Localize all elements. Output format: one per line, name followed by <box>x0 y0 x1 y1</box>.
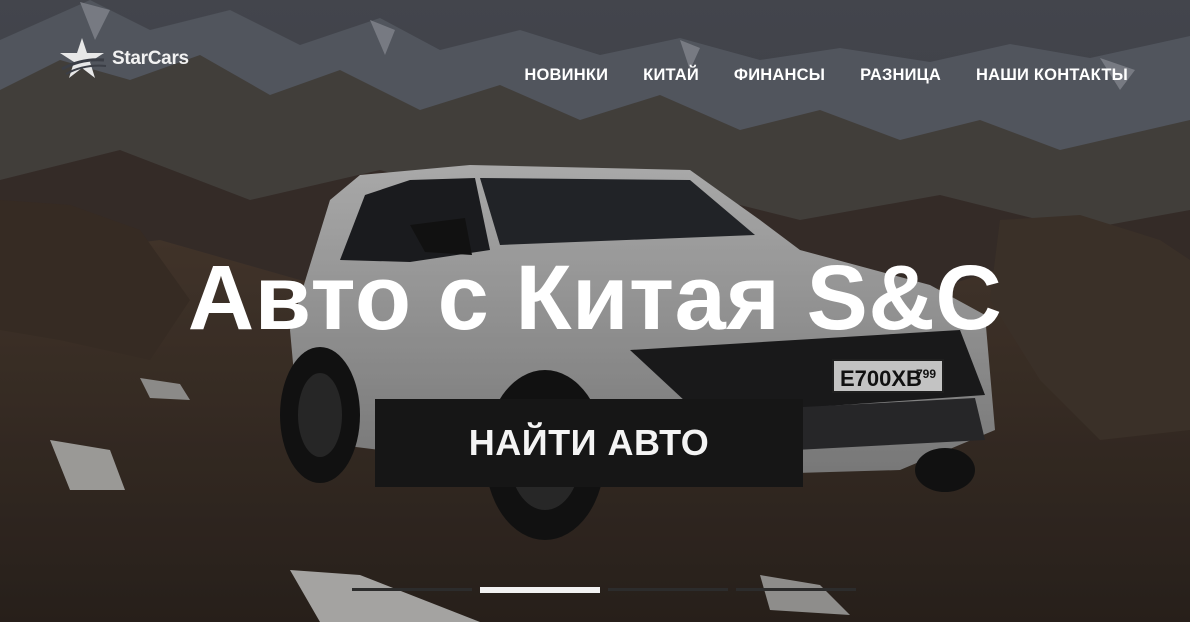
nav-item-contacts[interactable]: НАШИ КОНТАКТЫ <box>976 66 1128 85</box>
slide-dot-1[interactable] <box>352 588 472 591</box>
nav-item-raznitsa[interactable]: РАЗНИЦА <box>860 66 941 85</box>
brand-name: StarCars <box>112 48 189 69</box>
star-logo-icon <box>60 38 107 78</box>
slide-dot-4[interactable] <box>736 588 856 591</box>
hero-title: Авто с Китая S&C <box>187 247 1003 349</box>
nav-item-novinki[interactable]: НОВИНКИ <box>524 66 608 85</box>
main-nav: НОВИНКИ КИТАЙ ФИНАНСЫ РАЗНИЦА НАШИ КОНТА… <box>524 66 1128 85</box>
slide-dot-2[interactable] <box>480 587 600 593</box>
slider-pagination <box>352 587 856 593</box>
brand-logo[interactable]: StarCars <box>58 36 189 82</box>
slide-dot-3[interactable] <box>608 588 728 591</box>
nav-item-finansy[interactable]: ФИНАНСЫ <box>734 66 825 85</box>
find-car-button[interactable]: НАЙТИ АВТО <box>375 399 803 487</box>
nav-item-kitai[interactable]: КИТАЙ <box>643 66 699 85</box>
